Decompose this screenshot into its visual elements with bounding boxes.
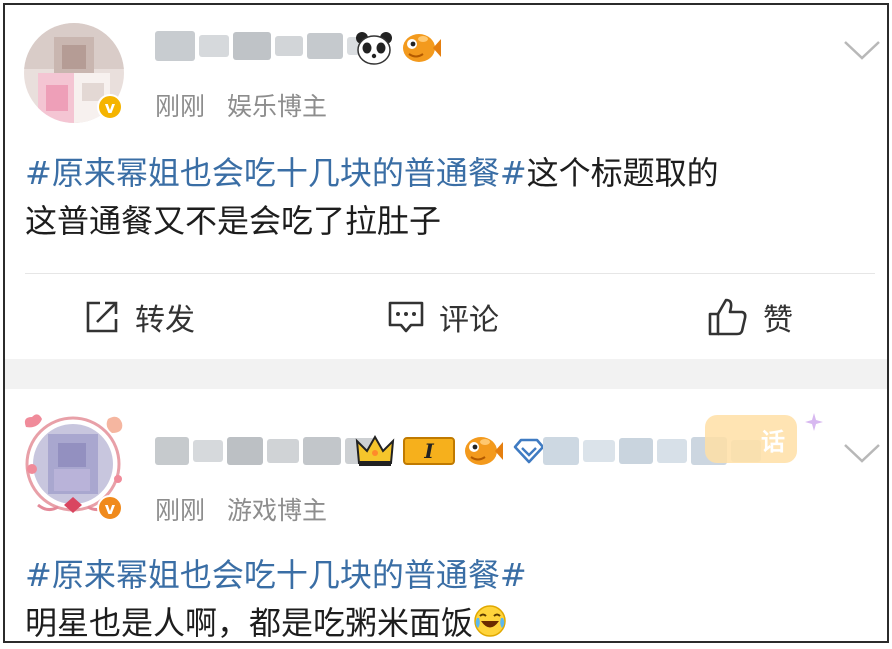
chevron-down-icon[interactable] xyxy=(842,441,882,465)
repost-label: 转发 xyxy=(135,302,195,338)
fish-icon xyxy=(403,34,441,62)
topic-sticker-label: 话 xyxy=(761,427,785,456)
repost-button[interactable]: 转发 xyxy=(83,274,195,359)
panda-icon xyxy=(356,32,392,65)
post-card: v 刚刚 娱乐博主 #原来幂姐也会吃十几块的普通餐#这个标题取的 这普通餐又不是… xyxy=(5,5,887,359)
fish-icon xyxy=(465,437,503,465)
post-time: 刚刚 xyxy=(155,496,206,525)
laughing-crying-emoji-icon xyxy=(474,605,506,637)
comment-label: 评论 xyxy=(439,302,499,338)
hashtag-link[interactable]: #原来幂姐也会吃十几块的普通餐# xyxy=(25,154,527,192)
verified-badge-icon: v xyxy=(97,94,123,120)
diamond-icon xyxy=(513,438,545,464)
sparkle-icon xyxy=(805,413,823,431)
username[interactable] xyxy=(155,437,375,465)
username[interactable] xyxy=(155,31,377,61)
post-text-line2: 这普通餐又不是会吃了拉肚子 xyxy=(25,202,442,240)
hashtag-link[interactable]: #原来幂姐也会吃十几块的普通餐# xyxy=(25,556,527,594)
like-button[interactable]: 赞 xyxy=(707,274,793,359)
post-card: v I 话 刚刚 游戏博主 #原来幂姐也会吃十几块的普通餐# 明星也是人啊，都是… xyxy=(5,389,887,641)
post-text: #原来幂姐也会吃十几块的普通餐#这个标题取的 这普通餐又不是会吃了拉肚子 xyxy=(25,149,719,245)
verified-badge-icon: v xyxy=(97,495,123,521)
chevron-down-icon[interactable] xyxy=(842,38,882,62)
post-text-line2: 明星也是人啊，都是吃粥米面饭 xyxy=(25,604,474,642)
post-text: #原来幂姐也会吃十几块的普通餐# 明星也是人啊，都是吃粥米面饭 xyxy=(25,551,527,642)
level-badge: I xyxy=(403,437,455,465)
user-role: 游戏博主 xyxy=(227,496,328,525)
user-role: 娱乐博主 xyxy=(227,92,328,121)
like-label: 赞 xyxy=(763,302,793,338)
level-label: I xyxy=(424,439,434,463)
feed-frame: v 刚刚 娱乐博主 #原来幂姐也会吃十几块的普通餐#这个标题取的 这普通餐又不是… xyxy=(3,3,889,643)
post-time: 刚刚 xyxy=(155,92,206,121)
crown-icon xyxy=(355,434,395,466)
comment-button[interactable]: 评论 xyxy=(387,274,499,359)
repost-icon xyxy=(86,301,118,332)
thumbs-up-icon xyxy=(708,298,747,335)
topic-sticker: 话 xyxy=(705,415,797,463)
post-text-line1: 这个标题取的 xyxy=(526,154,719,192)
comment-icon xyxy=(388,301,424,332)
action-bar: 转发 评论 赞 xyxy=(5,274,887,359)
